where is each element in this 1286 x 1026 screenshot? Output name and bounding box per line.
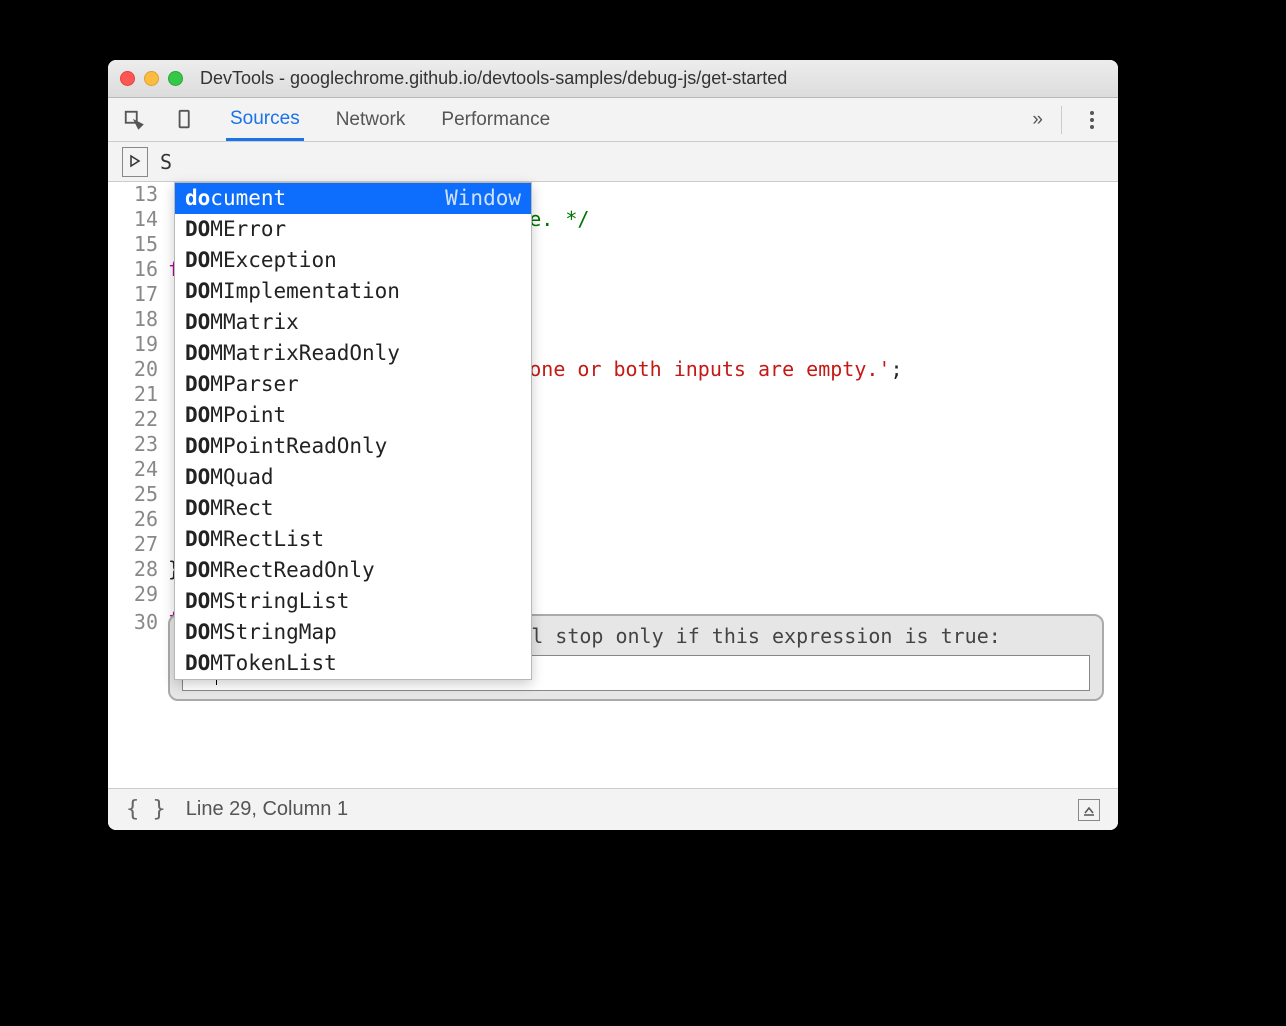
code-text: r: one or both inputs are empty.' — [493, 357, 890, 381]
pretty-print-icon[interactable]: { } — [126, 797, 166, 822]
line-num: 27 — [108, 532, 158, 557]
line-num: 17 — [108, 282, 158, 307]
line-num: 28 — [108, 557, 158, 582]
line-num: 13 — [108, 182, 158, 207]
autocomplete-item[interactable]: DOMTokenList — [175, 648, 531, 679]
autocomplete-item[interactable]: DOMRectList — [175, 524, 531, 555]
line-num: 22 — [108, 407, 158, 432]
line-num: 14 — [108, 207, 158, 232]
autocomplete-item[interactable]: DOMParser — [175, 369, 531, 400]
line-gutter: 13 14 15 16 17 18 19 20 21 22 23 24 25 2… — [108, 182, 168, 732]
line-num: 26 — [108, 507, 158, 532]
divider — [1061, 106, 1062, 134]
line-num: 18 — [108, 307, 158, 332]
titlebar: DevTools - googlechrome.github.io/devtoo… — [108, 60, 1118, 98]
autocomplete-item[interactable]: DOMImplementation — [175, 276, 531, 307]
line-num: 20 — [108, 357, 158, 382]
editor-toolbar: S — [108, 142, 1118, 182]
line-num: 30 — [108, 610, 158, 634]
autocomplete-item[interactable]: DOMPointReadOnly — [175, 431, 531, 462]
autocomplete-item[interactable]: DOMError — [175, 214, 531, 245]
line-num: 15 — [108, 232, 158, 257]
line-num: 21 — [108, 382, 158, 407]
autocomplete-item[interactable]: DOMQuad — [175, 462, 531, 493]
status-bar: { } Line 29, Column 1 — [108, 788, 1118, 830]
autocomplete-item[interactable]: DOMStringList — [175, 586, 531, 617]
line-num: 24 — [108, 457, 158, 482]
autocomplete-item[interactable]: DOMException — [175, 245, 531, 276]
line-num: 25 — [108, 482, 158, 507]
maximize-button[interactable] — [168, 71, 183, 86]
autocomplete-item[interactable]: DOMMatrix — [175, 307, 531, 338]
snippets-icon[interactable] — [122, 147, 148, 177]
autocomplete-item[interactable]: DOMMatrixReadOnly — [175, 338, 531, 369]
devtools-window: DevTools - googlechrome.github.io/devtoo… — [108, 60, 1118, 830]
cursor-position: Line 29, Column 1 — [186, 798, 348, 821]
drawer-toggle-icon[interactable] — [1078, 799, 1100, 821]
inspect-icon[interactable] — [122, 108, 146, 132]
file-tab-initial[interactable]: S — [160, 150, 172, 174]
line-num: 19 — [108, 332, 158, 357]
tabs-overflow[interactable]: » — [1032, 109, 1043, 131]
tab-performance[interactable]: Performance — [437, 101, 554, 139]
line-num: 16 — [108, 257, 158, 282]
code-editor[interactable]: 13 14 15 16 17 18 19 20 21 22 23 24 25 2… — [108, 182, 1118, 732]
main-tabs: Sources Network Performance » — [108, 98, 1118, 142]
window-title: DevTools - googlechrome.github.io/devtoo… — [200, 68, 787, 89]
line-num: 23 — [108, 432, 158, 457]
kebab-menu-icon[interactable] — [1080, 108, 1104, 132]
minimize-button[interactable] — [144, 71, 159, 86]
autocomplete-popup[interactable]: documentWindowDOMErrorDOMExceptionDOMImp… — [174, 182, 532, 680]
close-button[interactable] — [120, 71, 135, 86]
code-text: ; — [890, 357, 902, 381]
device-icon[interactable] — [174, 108, 198, 132]
autocomplete-item[interactable]: DOMRect — [175, 493, 531, 524]
line-num: 29 — [108, 582, 158, 607]
autocomplete-item[interactable]: documentWindow — [175, 183, 531, 214]
tab-network[interactable]: Network — [332, 101, 410, 139]
tab-sources[interactable]: Sources — [226, 100, 304, 141]
autocomplete-item[interactable]: DOMPoint — [175, 400, 531, 431]
autocomplete-item[interactable]: DOMRectReadOnly — [175, 555, 531, 586]
autocomplete-item[interactable]: DOMStringMap — [175, 617, 531, 648]
